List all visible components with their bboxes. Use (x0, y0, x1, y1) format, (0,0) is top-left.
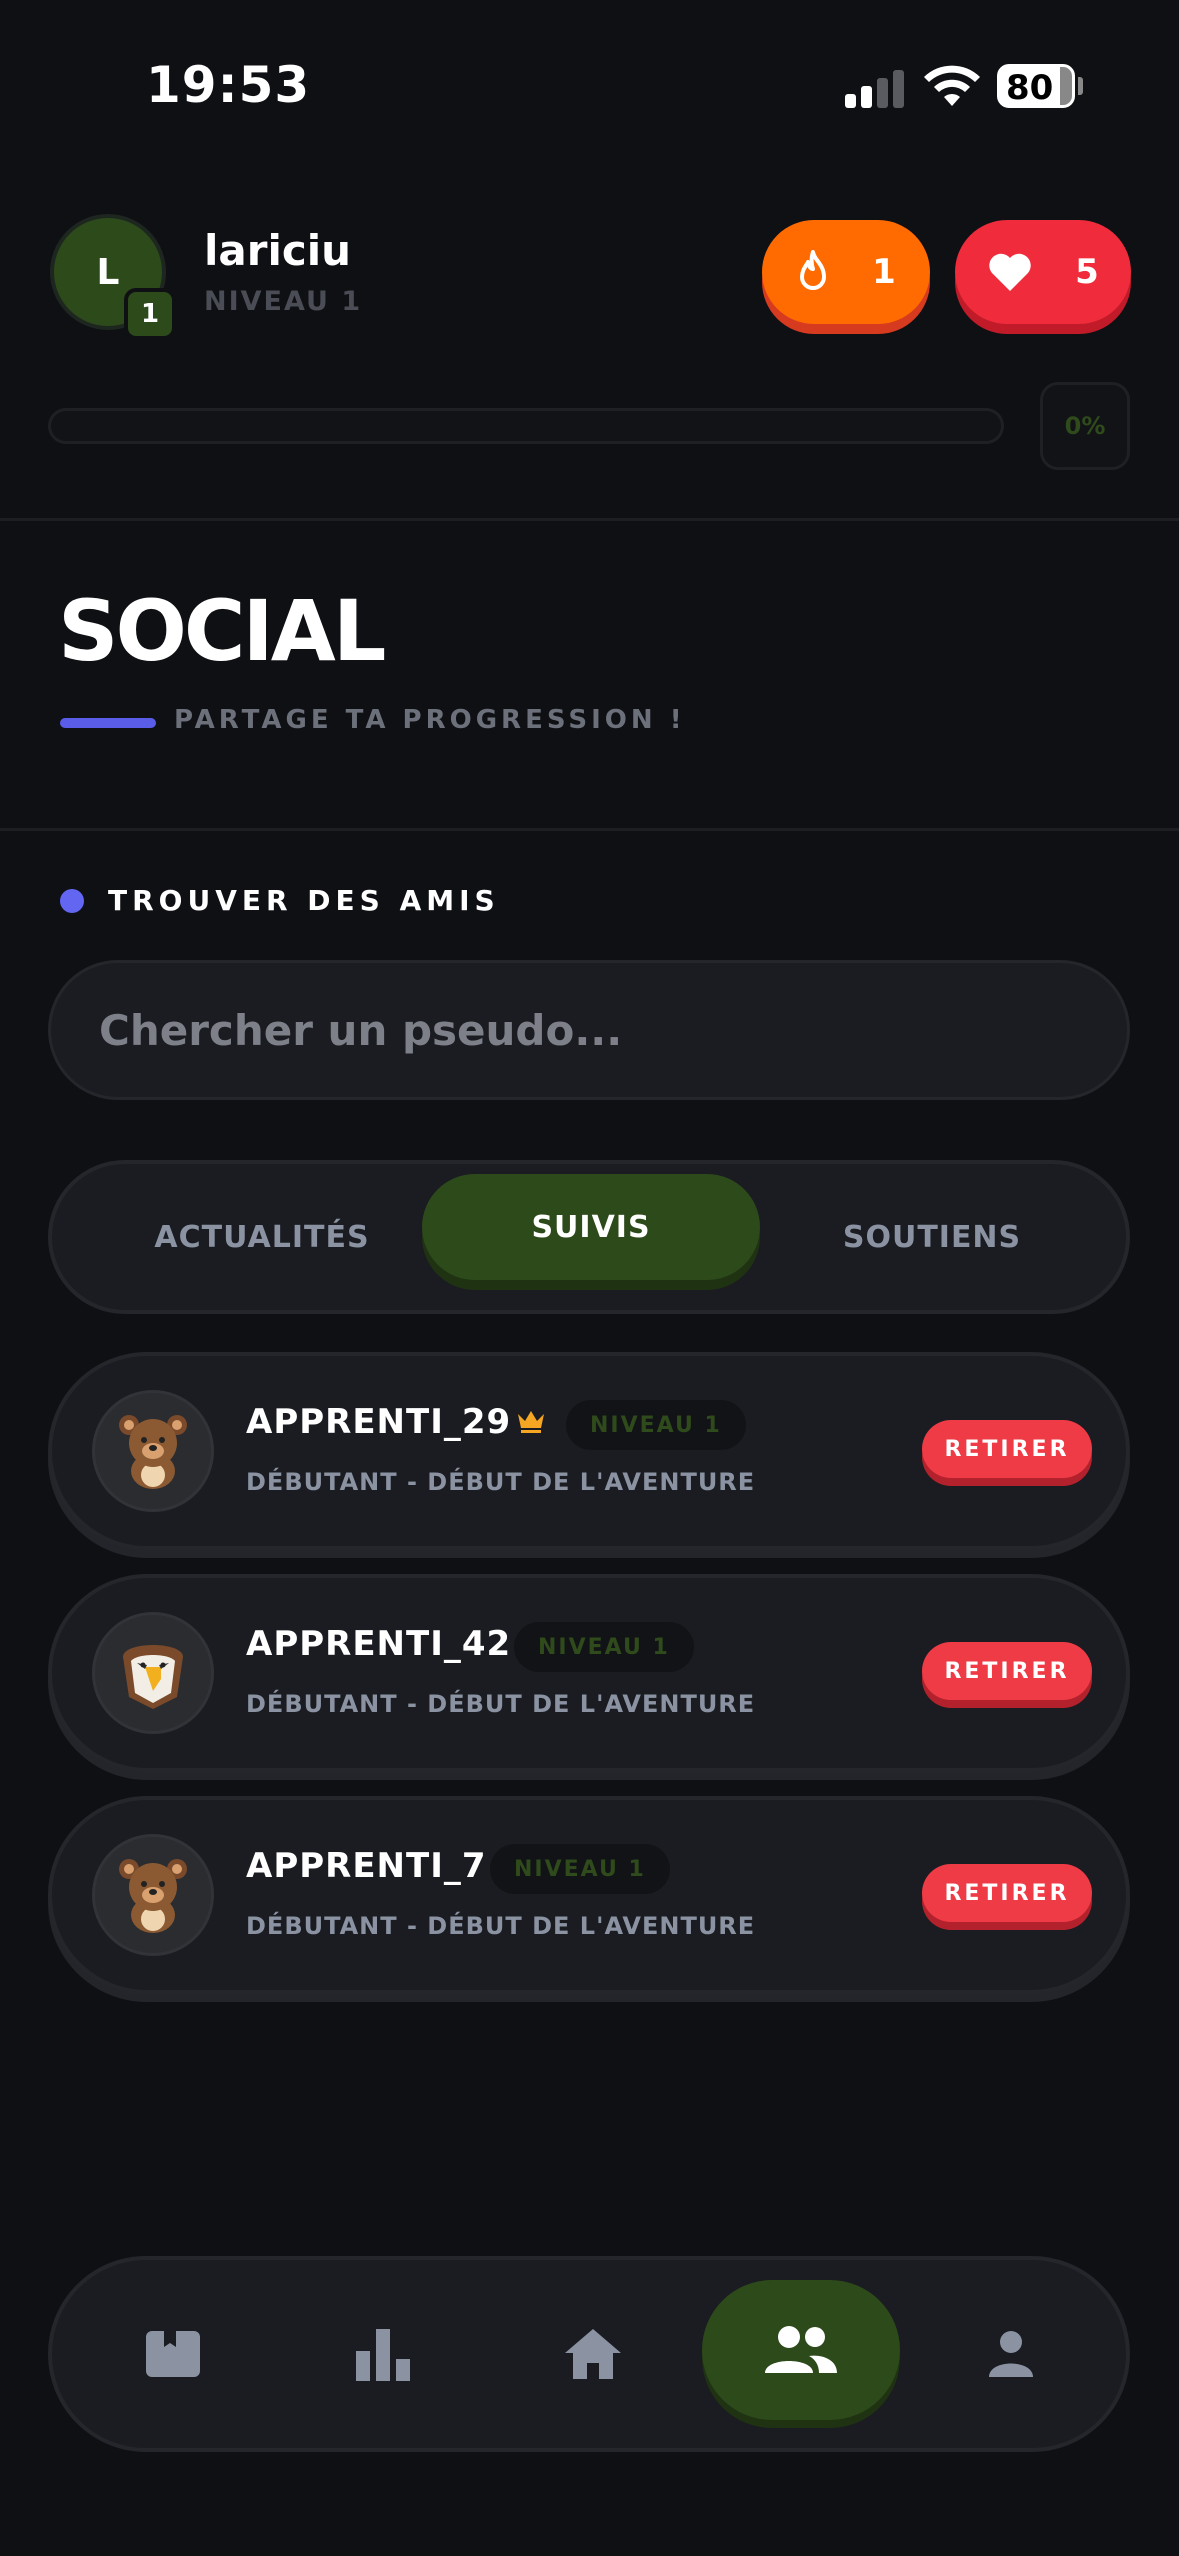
page-subtitle: PARTAGE TA PROGRESSION ! (174, 705, 686, 735)
friend-subtitle: DÉBUTANT - DÉBUT DE L'AVENTURE (246, 1468, 756, 1496)
friend-level-badge: NIVEAU 1 (566, 1400, 746, 1450)
streak-count: 1 (872, 252, 896, 292)
find-friends-label: TROUVER DES AMIS (108, 884, 500, 917)
friend-card: APPRENTI_29 NIVEAU 1 DÉBUTANT - DÉBUT DE… (48, 1352, 1130, 1550)
page-title: SOCIAL (58, 582, 386, 680)
battery-icon: 80 (997, 64, 1075, 108)
user-level: NIVEAU 1 (204, 286, 363, 317)
friend-level-badge: NIVEAU 1 (490, 1844, 670, 1894)
friend-name[interactable]: APPRENTI_42 (246, 1624, 511, 1664)
avatar-initial: L (96, 251, 120, 293)
nav-home[interactable] (518, 2260, 668, 2448)
title-accent-bar (60, 718, 156, 728)
battery-level: 80 (1006, 68, 1054, 108)
nav-profile[interactable] (936, 2260, 1086, 2448)
friend-name[interactable]: APPRENTI_7 (246, 1846, 487, 1886)
friends-icon (765, 2326, 837, 2373)
social-tabs: ACTUALITÉS SUIVIS SOUTIENS (48, 1160, 1130, 1314)
username: lariciu (204, 226, 352, 275)
cellular-signal-icon (845, 68, 905, 108)
bear-icon (92, 1834, 214, 1956)
tab-following[interactable]: SUIVIS (422, 1174, 760, 1280)
heart-icon (989, 253, 1031, 291)
friend-level-badge: NIVEAU 1 (514, 1622, 694, 1672)
leaderboard-icon (356, 2329, 410, 2381)
status-time: 19:53 (146, 56, 311, 114)
remove-button[interactable]: RETIRER (922, 1420, 1092, 1478)
wifi-icon (924, 65, 980, 106)
status-bar: 19:53 80 (0, 0, 1179, 150)
battery-tip (1078, 77, 1083, 95)
bottom-nav (48, 2256, 1130, 2452)
remove-button[interactable]: RETIRER (922, 1864, 1092, 1922)
eagle-icon (92, 1612, 214, 1734)
title-divider (0, 828, 1179, 831)
friend-subtitle: DÉBUTANT - DÉBUT DE L'AVENTURE (246, 1912, 756, 1940)
friend-name[interactable]: APPRENTI_29 (246, 1402, 511, 1442)
friend-subtitle: DÉBUTANT - DÉBUT DE L'AVENTURE (246, 1690, 756, 1718)
home-icon (565, 2329, 621, 2379)
avatar-level-badge: 1 (124, 288, 176, 340)
profile-icon (989, 2331, 1033, 2377)
crown-icon (518, 1411, 544, 1433)
lives-count: 5 (1075, 252, 1099, 292)
lives-button[interactable]: 5 (955, 220, 1131, 324)
streak-button[interactable]: 1 (762, 220, 930, 324)
friend-card: APPRENTI_7 NIVEAU 1 DÉBUTANT - DÉBUT DE … (48, 1796, 1130, 1994)
xp-progress-bar (48, 408, 1004, 444)
xp-percent: 0% (1040, 382, 1130, 470)
tab-news[interactable]: ACTUALITÉS (72, 1164, 452, 1310)
lesson-card-icon (146, 2331, 200, 2377)
tab-supports[interactable]: SOUTIENS (742, 1164, 1122, 1310)
nav-lessons[interactable] (98, 2260, 248, 2448)
friend-card: APPRENTI_42 NIVEAU 1 DÉBUTANT - DÉBUT DE… (48, 1574, 1130, 1772)
remove-button[interactable]: RETIRER (922, 1642, 1092, 1700)
nav-leaderboard[interactable] (308, 2260, 458, 2448)
bear-icon (92, 1390, 214, 1512)
search-input[interactable] (48, 960, 1130, 1100)
section-dot (60, 889, 84, 913)
header-divider (0, 518, 1179, 521)
nav-friends[interactable] (702, 2280, 900, 2420)
flame-icon (800, 250, 827, 290)
